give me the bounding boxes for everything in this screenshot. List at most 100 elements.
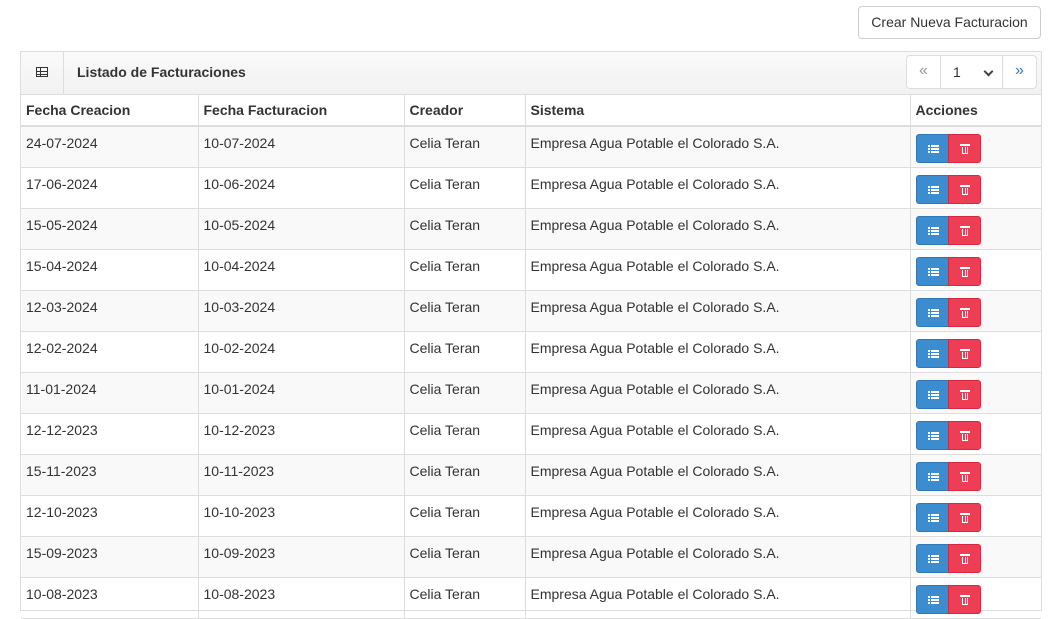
grid-icon-cell	[21, 52, 64, 94]
table-row: 15-04-2024 10-04-2024 Celia Teran Empresa A…	[21, 248, 1041, 291]
list-icon	[927, 226, 939, 235]
cell-acciones	[909, 207, 1041, 250]
delete-button[interactable]	[947, 338, 981, 368]
cell-acciones	[909, 494, 1041, 537]
cell-sistema: Empresa Agua Potable el Colorado S.A.	[524, 535, 911, 578]
table-body: 24-07-2024 10-07-2024 Celia Teran Empresa A…	[21, 125, 1041, 619]
table-grid-icon	[36, 67, 48, 77]
column-header-sistema[interactable]: Sistema	[524, 95, 911, 127]
cell-fecha-creacion: 11-01-2024	[21, 371, 199, 414]
cell-sistema: Empresa Agua Potable el Colorado S.A.	[524, 166, 911, 209]
view-detail-button[interactable]	[915, 297, 949, 327]
table-row: 12-02-2024 10-02-2024 Celia Teran Empresa A…	[21, 330, 1041, 373]
delete-button[interactable]	[947, 379, 981, 409]
table-row: 12-10-2023 10-10-2023 Celia Teran Empresa A…	[21, 494, 1041, 537]
delete-button[interactable]	[947, 584, 981, 614]
column-header-fecha-creacion[interactable]: Fecha Creacion	[21, 95, 199, 127]
trash-icon	[959, 144, 970, 154]
cell-acciones	[909, 166, 1041, 209]
cell-fecha-creacion: 15-09-2023	[21, 535, 199, 578]
create-billing-button[interactable]: Crear Nueva Facturacion	[858, 6, 1041, 39]
cell-acciones	[909, 576, 1041, 619]
cell-sistema: Empresa Agua Potable el Colorado S.A.	[524, 412, 911, 455]
cell-fecha-creacion: 15-04-2024	[21, 248, 199, 291]
cell-acciones	[909, 289, 1041, 332]
cell-fecha-creacion: 12-12-2023	[21, 412, 199, 455]
view-detail-button[interactable]	[915, 215, 949, 245]
delete-button[interactable]	[947, 134, 981, 163]
trash-icon	[959, 430, 970, 441]
cell-sistema: Empresa Agua Potable el Colorado S.A.	[524, 494, 911, 537]
cell-acciones	[909, 535, 1041, 578]
view-detail-button[interactable]	[915, 461, 949, 491]
list-icon	[927, 145, 939, 153]
cell-acciones	[909, 248, 1041, 291]
cell-fecha-creacion: 10-08-2023	[21, 576, 199, 619]
cell-acciones	[909, 371, 1041, 414]
pagination: « 1 »	[906, 55, 1037, 89]
list-icon	[927, 390, 939, 399]
cell-acciones	[909, 412, 1041, 455]
table-row: 10-08-2023 10-08-2023 Celia Teran Empresa A…	[21, 576, 1041, 619]
cell-creador: Celia Teran	[403, 289, 526, 332]
cell-acciones	[909, 453, 1041, 496]
delete-button[interactable]	[947, 543, 981, 573]
cell-fecha-facturacion: 10-11-2023	[197, 453, 405, 496]
table-row: 15-11-2023 10-11-2023 Celia Teran Empresa A…	[21, 453, 1041, 496]
list-icon	[927, 554, 939, 563]
table-row: 12-03-2024 10-03-2024 Celia Teran Empresa A…	[21, 289, 1041, 332]
list-icon	[927, 595, 939, 604]
cell-creador: Celia Teran	[403, 535, 526, 578]
delete-button[interactable]	[947, 420, 981, 450]
view-detail-button[interactable]	[915, 543, 949, 573]
cell-fecha-facturacion: 10-06-2024	[197, 166, 405, 209]
view-detail-button[interactable]	[915, 379, 949, 409]
delete-button[interactable]	[947, 297, 981, 327]
trash-icon	[959, 512, 970, 523]
list-icon	[927, 431, 939, 440]
cell-creador: Celia Teran	[403, 412, 526, 455]
view-detail-button[interactable]	[915, 420, 949, 450]
column-header-fecha-facturacion[interactable]: Fecha Facturacion	[197, 95, 405, 127]
cell-creador: Celia Teran	[403, 248, 526, 291]
delete-button[interactable]	[947, 461, 981, 491]
panel-title: Listado de Facturaciones	[77, 64, 246, 80]
view-detail-button[interactable]	[915, 584, 949, 614]
delete-button[interactable]	[947, 502, 981, 532]
cell-fecha-facturacion: 10-01-2024	[197, 371, 405, 414]
cell-fecha-facturacion: 10-12-2023	[197, 412, 405, 455]
cell-fecha-creacion: 15-11-2023	[21, 453, 199, 496]
delete-button[interactable]	[947, 174, 981, 204]
trash-icon	[959, 594, 970, 605]
panel-header: Listado de Facturaciones « 1 »	[21, 52, 1041, 95]
cell-creador: Celia Teran	[403, 453, 526, 496]
column-header-creador[interactable]: Creador	[403, 95, 526, 127]
cell-acciones	[909, 125, 1041, 168]
view-detail-button[interactable]	[915, 338, 949, 368]
cell-creador: Celia Teran	[403, 207, 526, 250]
pagination-next-button[interactable]: »	[1002, 56, 1036, 88]
view-detail-button[interactable]	[915, 256, 949, 286]
delete-button[interactable]	[947, 215, 981, 245]
table-row: 15-05-2024 10-05-2024 Celia Teran Empresa A…	[21, 207, 1041, 250]
trash-icon	[959, 348, 970, 359]
delete-button[interactable]	[947, 256, 981, 286]
table-row: 15-09-2023 10-09-2023 Celia Teran Empresa A…	[21, 535, 1041, 578]
list-icon	[927, 267, 939, 276]
pagination-prev-button[interactable]: «	[907, 56, 941, 88]
page-select[interactable]: 1	[941, 56, 1002, 88]
cell-acciones	[909, 330, 1041, 373]
view-detail-button[interactable]	[915, 174, 949, 204]
table-header-row: Fecha Creacion Fecha Facturacion Creador…	[21, 95, 1041, 127]
cell-sistema: Empresa Agua Potable el Colorado S.A.	[524, 248, 911, 291]
cell-fecha-facturacion: 10-03-2024	[197, 289, 405, 332]
view-detail-button[interactable]	[915, 502, 949, 532]
trash-icon	[959, 184, 970, 195]
cell-fecha-facturacion: 10-09-2023	[197, 535, 405, 578]
view-detail-button[interactable]	[915, 134, 949, 163]
cell-creador: Celia Teran	[403, 125, 526, 168]
cell-sistema: Empresa Agua Potable el Colorado S.A.	[524, 330, 911, 373]
list-icon	[927, 349, 939, 358]
table-row: 11-01-2024 10-01-2024 Celia Teran Empresa A…	[21, 371, 1041, 414]
cell-sistema: Empresa Agua Potable el Colorado S.A.	[524, 576, 911, 619]
